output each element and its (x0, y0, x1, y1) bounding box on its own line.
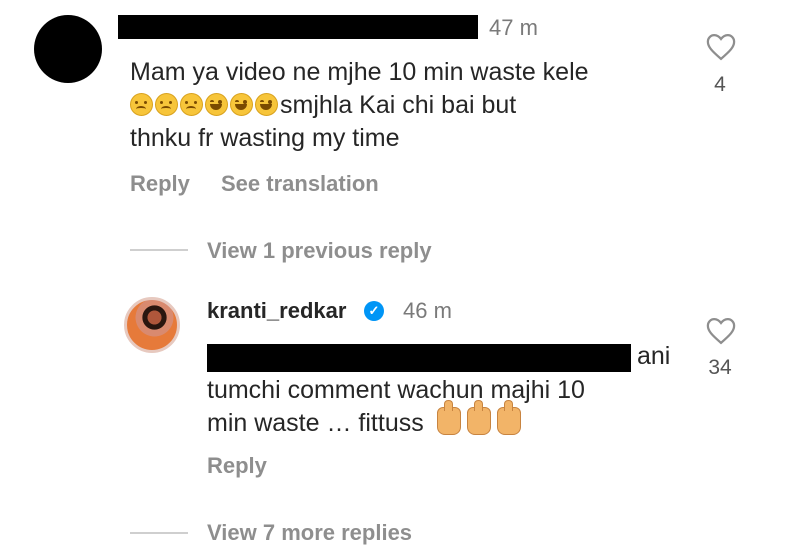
avatar[interactable] (124, 297, 180, 353)
crying-emoji (130, 93, 153, 116)
view-previous-replies-button[interactable]: View 1 previous reply (207, 238, 432, 264)
avatar[interactable] (34, 15, 102, 83)
comment-line-1-tail: ani (637, 342, 671, 370)
thumbs-up-emoji (466, 400, 491, 435)
thumbs-up-emoji (496, 400, 521, 435)
thumbs-up-emoji (436, 400, 461, 435)
emoji-row (130, 91, 280, 119)
laughing-emoji (230, 93, 253, 116)
thumbs-up-emoji-row (436, 400, 527, 437)
username[interactable]: kranti_redkar (207, 298, 346, 324)
reply-button[interactable]: Reply (130, 171, 190, 197)
like-button[interactable] (706, 317, 736, 345)
thread-divider (130, 249, 188, 251)
thread-divider (130, 532, 188, 534)
heart-icon (706, 317, 736, 345)
comment-line-3: min waste … fittuss (207, 400, 527, 440)
laughing-emoji (205, 93, 228, 116)
comment-line-1: Mam ya video ne mjhe 10 min waste kele (130, 58, 589, 86)
comment-line-3-text: min waste … fittuss (207, 409, 424, 437)
comment-line-2-text: smjhla Kai chi bai but (280, 91, 517, 119)
see-translation-button[interactable]: See translation (221, 171, 379, 197)
comment-line-2: smjhla Kai chi bai but (130, 89, 690, 122)
comment-line-3: thnku fr wasting my time (130, 124, 400, 152)
like-count: 4 (714, 73, 726, 96)
heart-icon (706, 33, 736, 61)
redacted-username (118, 15, 478, 39)
comment-time: 46 m (403, 298, 452, 323)
reply-button[interactable]: Reply (207, 453, 267, 479)
crying-emoji (180, 93, 203, 116)
like-button[interactable] (706, 33, 736, 61)
like-count: 34 (708, 356, 732, 379)
view-more-replies-button[interactable]: View 7 more replies (207, 520, 412, 546)
comment-text: Mam ya video ne mjhe 10 min waste kele s… (130, 56, 690, 155)
verified-icon: ✓ (364, 301, 384, 321)
comment-line-2: tumchi comment wachun majhi 10 (207, 376, 585, 404)
crying-emoji (155, 93, 178, 116)
comment-time: 47 m (489, 15, 538, 40)
redacted-text (207, 344, 631, 372)
laughing-emoji (255, 93, 278, 116)
